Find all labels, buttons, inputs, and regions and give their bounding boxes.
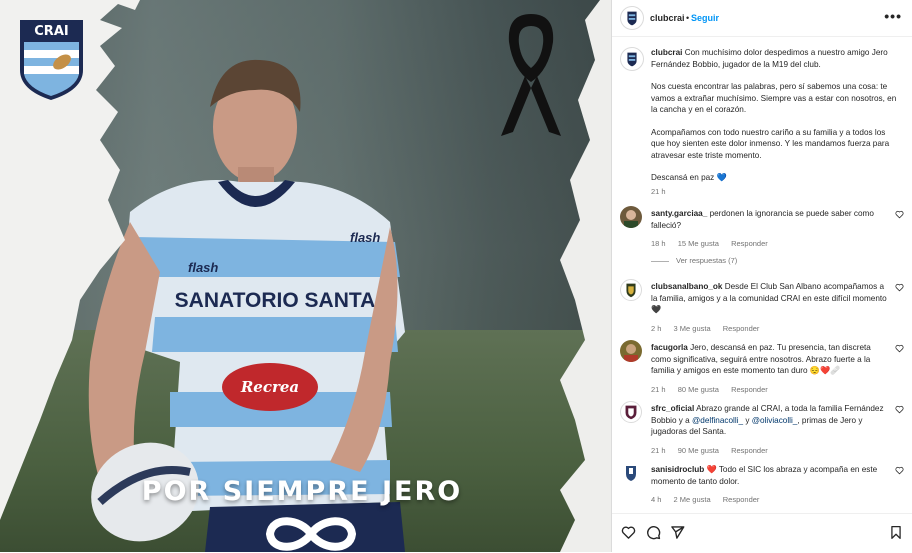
- avatar[interactable]: [620, 279, 642, 301]
- comment-username[interactable]: facugorla: [651, 343, 688, 352]
- like-heart-icon[interactable]: [895, 466, 904, 475]
- comment-body: y: [743, 415, 752, 425]
- comment-username[interactable]: sfrc_oficial: [651, 404, 694, 413]
- like-heart-icon[interactable]: [621, 525, 636, 540]
- avatar[interactable]: [620, 47, 644, 71]
- mention-link[interactable]: @delfinacolli_: [692, 416, 743, 425]
- reply-button[interactable]: Responder: [731, 446, 768, 455]
- comment-text: sfrc_oficial Abrazo grande al CRAI, a to…: [651, 403, 887, 456]
- caption-paragraph-3: Acompañamos con todo nuestro cariño a su…: [651, 127, 890, 160]
- infinity-icon: [265, 517, 357, 551]
- comment-time: 4 h: [651, 495, 662, 504]
- comment-time: 18 h: [651, 239, 666, 248]
- post-header: clubcrai • Seguir •••: [612, 0, 912, 37]
- comment-likes[interactable]: 80 Me gusta: [678, 385, 719, 394]
- comment-likes[interactable]: 15 Me gusta: [678, 239, 719, 248]
- view-replies-button[interactable]: Ver respuestas (7): [651, 256, 737, 265]
- avatar[interactable]: [620, 6, 644, 30]
- avatar[interactable]: [620, 401, 642, 423]
- comment-likes[interactable]: 90 Me gusta: [678, 446, 719, 455]
- avatar[interactable]: [620, 462, 642, 484]
- separator-dot: •: [686, 13, 690, 23]
- comment-time: 2 h: [651, 323, 662, 333]
- post-image[interactable]: Recrea SANATORIO SANTA flash flash CRAI …: [0, 0, 611, 552]
- caption-paragraph-4: Descansá en paz 💙: [651, 173, 727, 182]
- comment-time: 21 h: [651, 445, 666, 455]
- reply-button[interactable]: Responder: [731, 385, 768, 394]
- like-heart-icon[interactable]: [895, 344, 904, 353]
- like-heart-icon[interactable]: [895, 405, 904, 414]
- comment-text: sanisidroclub ❤️ Todo el SIC los abraza …: [651, 464, 887, 506]
- avatar[interactable]: [620, 340, 642, 362]
- reply-button[interactable]: Responder: [731, 239, 768, 248]
- avatar[interactable]: [620, 206, 642, 228]
- post-side-panel: clubcrai • Seguir ••• clubcrai Con muchí…: [612, 0, 912, 552]
- comment-time: 21 h: [651, 384, 666, 394]
- post-actions-bar: [612, 513, 912, 553]
- like-heart-icon[interactable]: [895, 283, 904, 292]
- mourning-ribbon-icon: [501, 14, 561, 136]
- caption-username[interactable]: clubcrai: [651, 48, 682, 57]
- caption-time: 21 h: [651, 186, 666, 196]
- comment-text: clubsanalbano_ok Desde El Club San Alban…: [651, 281, 887, 334]
- comment-likes[interactable]: 3 Me gusta: [674, 324, 711, 333]
- more-options-icon[interactable]: •••: [884, 8, 902, 24]
- comment-likes[interactable]: 2 Me gusta: [674, 495, 711, 504]
- caption-text: clubcrai Con muchísimo dolor despedimos …: [651, 47, 901, 197]
- caption-paragraph-2: Nos cuesta encontrar las palabras, pero …: [651, 82, 897, 114]
- comment-icon[interactable]: [646, 525, 661, 540]
- share-icon[interactable]: [670, 525, 685, 540]
- comment-text: santy.garciaa_ perdonen la ignorancia se…: [651, 208, 887, 250]
- like-heart-icon[interactable]: [895, 210, 904, 219]
- reply-button[interactable]: Responder: [723, 324, 760, 333]
- comment-username[interactable]: sanisidroclub: [651, 465, 704, 474]
- comment-text: facugorla Jero, descansá en paz. Tu pres…: [651, 342, 887, 395]
- header-username[interactable]: clubcrai: [650, 13, 685, 23]
- comment-username[interactable]: clubsanalbano_ok: [651, 282, 722, 291]
- caption-paragraph-1: Con muchísimo dolor despedimos a nuestro…: [651, 48, 888, 69]
- reply-button[interactable]: Responder: [723, 495, 760, 504]
- follow-button[interactable]: Seguir: [691, 13, 719, 23]
- comments-scroll-area[interactable]: clubcrai Con muchísimo dolor despedimos …: [612, 37, 912, 512]
- crest-text: CRAI: [34, 24, 68, 39]
- club-crest: CRAI: [20, 20, 83, 100]
- comment-username[interactable]: santy.garciaa_: [651, 209, 707, 218]
- mention-link[interactable]: @oliviacolli_: [752, 416, 798, 425]
- save-bookmark-icon[interactable]: [889, 525, 903, 540]
- tribute-text: POR SIEMPRE JERO: [141, 476, 463, 507]
